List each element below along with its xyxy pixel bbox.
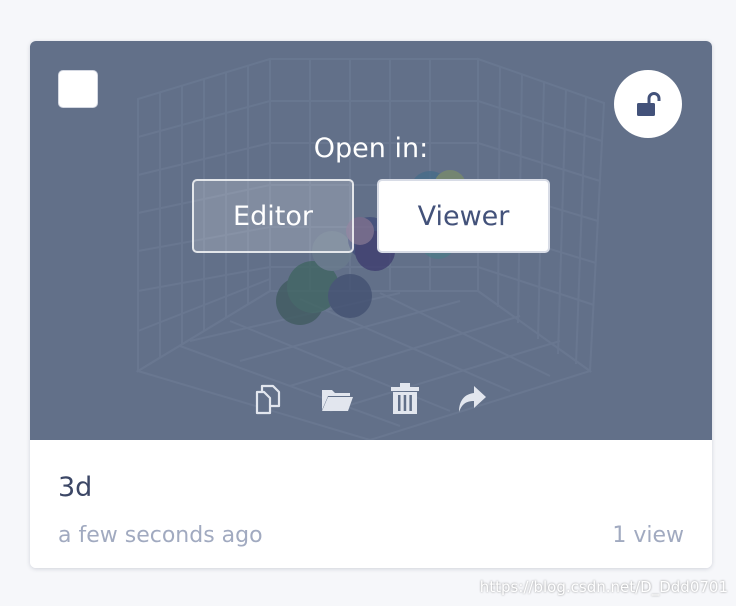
open-in-editor-button[interactable]: Editor <box>192 179 354 253</box>
open-in-viewer-button[interactable]: Viewer <box>377 179 550 253</box>
plot-thumbnail[interactable]: Open in: Editor Viewer <box>30 41 712 440</box>
copy-button[interactable] <box>250 381 290 417</box>
open-in-label: Open in: <box>313 133 429 164</box>
copy-icon <box>255 384 281 415</box>
share-icon <box>459 386 486 412</box>
move-to-folder-button[interactable] <box>317 381 357 417</box>
lock-toggle-button[interactable] <box>614 70 682 138</box>
modified-timestamp: a few seconds ago <box>58 523 263 548</box>
plot-card: Open in: Editor Viewer 3d a few seconds … <box>30 41 712 568</box>
trash-icon <box>391 383 419 414</box>
plot-title[interactable]: 3d <box>58 472 92 503</box>
watermark: https://blog.csdn.net/D_Ddd0701 <box>479 578 728 596</box>
share-button[interactable] <box>452 381 492 417</box>
view-count: 1 view <box>612 523 684 548</box>
card-footer: 3d a few seconds ago 1 view <box>30 440 712 568</box>
plot-preview-3d <box>135 57 606 440</box>
delete-button[interactable] <box>385 381 425 417</box>
folder-icon <box>322 390 353 411</box>
select-checkbox[interactable] <box>58 70 98 108</box>
unlock-icon <box>637 92 661 116</box>
